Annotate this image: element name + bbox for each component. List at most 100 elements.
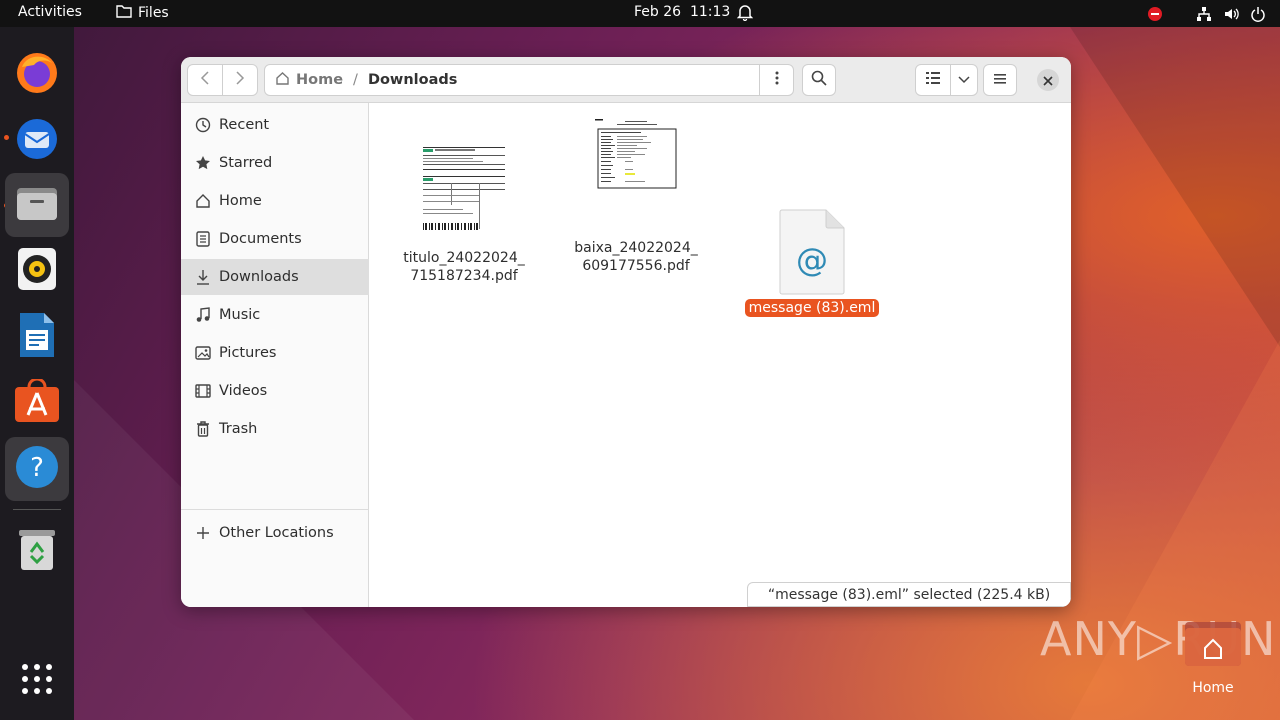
thunderbird-icon [14, 115, 60, 165]
dock-files[interactable] [5, 173, 69, 237]
svg-text:@: @ [796, 241, 828, 279]
pdf-thumbnail-icon [421, 143, 507, 233]
clock-time: 11:13 [689, 4, 731, 20]
chevron-right-icon [235, 71, 245, 89]
vertical-dots-icon [775, 71, 779, 89]
dock-software[interactable] [5, 371, 69, 435]
do-not-disturb-icon[interactable] [1146, 5, 1163, 22]
chevron-down-icon [958, 72, 970, 88]
breadcrumb-home[interactable]: Home [275, 71, 343, 89]
sidebar-item-label: Music [219, 307, 261, 323]
forward-button[interactable] [222, 64, 258, 96]
recycle-bin-icon [17, 526, 57, 576]
home-icon [275, 71, 290, 89]
file-item-selected[interactable]: @ message (83).eml [732, 209, 892, 317]
sidebar-item-recent[interactable]: Recent [181, 107, 369, 143]
sidebar-item-videos[interactable]: Videos [181, 373, 369, 409]
sidebar-item-label: Pictures [219, 345, 277, 361]
clock-icon [194, 117, 212, 133]
file-item[interactable]: titulo_24022024_ 715187234.pdf [384, 143, 544, 285]
sidebar-item-label: Recent [219, 117, 270, 133]
files-icon [14, 180, 60, 230]
sidebar-item-documents[interactable]: Documents [181, 221, 369, 257]
dock-rhythmbox[interactable] [5, 239, 69, 303]
software-store-icon [14, 377, 60, 427]
plus-icon [194, 526, 212, 540]
rhythmbox-icon [17, 247, 57, 295]
help-icon: ? [15, 445, 59, 493]
music-icon [194, 307, 212, 323]
sidebar-item-label: Documents [219, 231, 302, 247]
sidebar-item-music[interactable]: Music [181, 297, 369, 333]
sidebar-item-label: Videos [219, 383, 268, 399]
sidebar-item-trash[interactable]: Trash [181, 411, 369, 447]
search-icon [811, 70, 827, 90]
picture-icon [194, 346, 212, 360]
sidebar-item-pictures[interactable]: Pictures [181, 335, 369, 371]
path-bar: Home / Downloads [264, 64, 794, 96]
desktop-home-folder[interactable]: Home [1185, 618, 1241, 696]
system-tray[interactable] [1146, 5, 1266, 22]
show-apps-button[interactable] [5, 649, 69, 713]
hamburger-icon [994, 72, 1006, 88]
file-name-line1: baixa_24022024_ [574, 240, 698, 256]
video-icon [194, 384, 212, 398]
home-icon [194, 193, 212, 209]
breadcrumb-home-label: Home [296, 72, 344, 88]
firefox-icon [14, 49, 60, 99]
dock: ? [0, 27, 74, 720]
document-icon [194, 231, 212, 247]
sidebar-item-home[interactable]: Home [181, 183, 369, 219]
status-text: “message (83).eml” selected (225.4 kB) [767, 586, 1051, 603]
home-folder-icon [1185, 622, 1241, 672]
file-item[interactable]: baixa_24022024_ 609177556.pdf [556, 119, 716, 275]
star-icon [194, 155, 212, 171]
view-options-button[interactable] [950, 64, 978, 96]
search-button[interactable] [802, 64, 836, 96]
notification-bell-icon[interactable] [736, 4, 754, 25]
file-name-line1: message (83).eml [744, 299, 880, 317]
folder-icon [116, 4, 132, 22]
sidebar-item-other-locations[interactable]: Other Locations [181, 515, 369, 551]
sidebar-item-downloads[interactable]: Downloads [181, 259, 369, 295]
dock-trash[interactable] [5, 519, 69, 583]
back-button[interactable] [187, 64, 223, 96]
sidebar-item-label: Trash [219, 421, 258, 437]
dock-firefox[interactable] [5, 42, 69, 106]
dock-writer[interactable] [5, 305, 69, 369]
dock-thunderbird[interactable] [5, 108, 69, 172]
volume-icon[interactable] [1222, 5, 1239, 22]
close-button[interactable] [1037, 69, 1059, 91]
network-icon[interactable] [1195, 5, 1212, 22]
app-name: Files [138, 5, 169, 21]
sidebar-item-starred[interactable]: Starred [181, 145, 369, 181]
trash-icon [194, 421, 212, 437]
file-name: titulo_24022024_ 715187234.pdf [384, 249, 544, 285]
file-name: message (83).eml [732, 299, 892, 317]
file-name-line2: 609177556.pdf [582, 258, 690, 274]
breadcrumb-current[interactable]: Downloads [368, 72, 457, 88]
files-window: Home / Downloads Recent Starred Home Doc… [181, 57, 1071, 607]
clock[interactable]: Feb 26 11:13 [634, 4, 730, 20]
status-bar: “message (83).eml” selected (225.4 kB) [747, 582, 1071, 607]
writer-icon [17, 312, 57, 362]
sidebar-item-label: Other Locations [219, 525, 334, 541]
path-menu-button[interactable] [759, 65, 793, 95]
clock-date: Feb 26 [634, 4, 682, 20]
view-list-button[interactable] [915, 64, 951, 96]
main-menu-button[interactable] [983, 64, 1017, 96]
power-icon[interactable] [1249, 5, 1266, 22]
activities-button[interactable]: Activities [18, 4, 82, 20]
file-name-line1: titulo_24022024_ [403, 250, 525, 266]
breadcrumb-separator: / [353, 72, 358, 88]
download-icon [194, 269, 212, 285]
list-view-icon [926, 72, 940, 88]
sidebar-item-label: Home [219, 193, 262, 209]
header-bar: Home / Downloads [181, 57, 1071, 103]
dock-help[interactable]: ? [5, 437, 69, 501]
file-name-line2: 715187234.pdf [410, 268, 518, 284]
file-name: baixa_24022024_ 609177556.pdf [556, 239, 716, 275]
email-file-icon: @ [778, 209, 846, 295]
app-menu[interactable]: Files [116, 4, 169, 22]
sidebar-item-label: Starred [219, 155, 273, 171]
